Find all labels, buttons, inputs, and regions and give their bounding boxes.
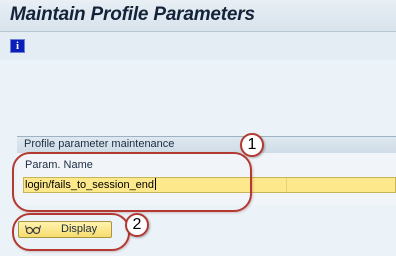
callout-ring-1 [12, 152, 252, 212]
callout-ring-2 [12, 213, 130, 251]
group-header: Profile parameter maintenance [17, 136, 396, 153]
input-divider [286, 178, 287, 192]
info-icon[interactable]: i [10, 39, 25, 53]
group-title: Profile parameter maintenance [24, 138, 175, 150]
page-title: Maintain Profile Parameters [10, 4, 255, 25]
application-toolbar: i [0, 32, 396, 60]
title-bar: Maintain Profile Parameters [0, 0, 396, 32]
callout-badge-2: 2 [125, 213, 149, 237]
callout-badge-1: 1 [240, 133, 264, 157]
